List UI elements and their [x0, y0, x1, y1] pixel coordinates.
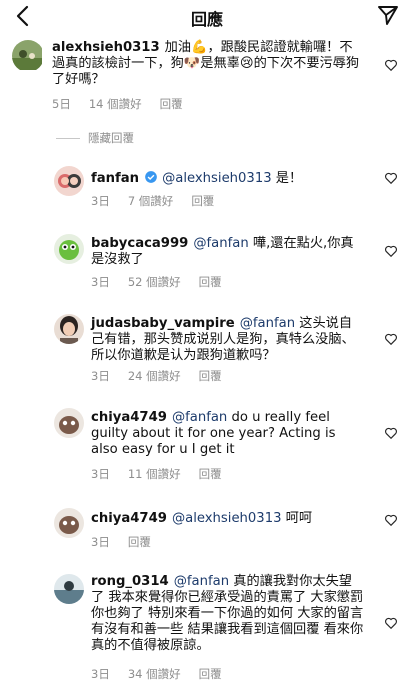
username[interactable]: babycaca999: [91, 236, 188, 251]
avatar[interactable]: [12, 40, 44, 72]
mention-link[interactable]: @alexhsieh0313: [172, 511, 282, 526]
comment-meta: 3日 34 個讚好 回覆: [91, 666, 240, 682]
likes-count[interactable]: 11 個讚好: [128, 466, 181, 482]
avatar[interactable]: [54, 166, 84, 196]
hide-replies-toggle[interactable]: 隱藏回覆: [56, 130, 134, 146]
reply-button[interactable]: 回覆: [199, 274, 222, 290]
comment-text: 是！: [271, 171, 303, 186]
divider: [56, 138, 80, 139]
mention-link[interactable]: @fanfan: [240, 316, 295, 331]
comment-meta: 3日 11 個讚好 回覆: [91, 466, 240, 482]
timestamp: 3日: [91, 535, 110, 549]
comment-body: chiya4749 @fanfan do u really feel guilty…: [91, 410, 365, 458]
like-heart-icon[interactable]: [384, 58, 398, 72]
page-title: 回應: [190, 10, 223, 29]
mention-link[interactable]: @fanfan: [193, 236, 248, 251]
mention-link[interactable]: @fanfan: [172, 410, 227, 425]
username[interactable]: judasbaby_vampire: [91, 316, 235, 331]
reply-fanfan: fanfan @alexhsieh0313 是！ 3日 7 個讚好 回覆: [0, 164, 414, 214]
top-bar: 回應: [0, 0, 414, 36]
reply-chiya4749: chiya4749 @fanfan do u really feel guilty…: [0, 404, 414, 488]
like-heart-icon[interactable]: [384, 244, 398, 258]
timestamp: 3日: [91, 194, 110, 208]
like-heart-icon[interactable]: [384, 332, 398, 346]
comment-body: fanfan @alexhsieh0313 是！: [91, 170, 361, 187]
timestamp: 3日: [91, 275, 110, 289]
timestamp: 5日: [52, 97, 71, 111]
comment-text: 呵呵: [281, 511, 313, 526]
avatar[interactable]: [54, 508, 84, 538]
comment-body: judasbaby_vampire @fanfan 这头说自己有错，那头赞成说别人…: [91, 316, 365, 364]
reply-button[interactable]: 回覆: [128, 534, 151, 550]
reply-rong-0314: rong_0314 @fanfan 真的讓我對你太失望了 我本來覺得你已經承受過的…: [0, 570, 414, 696]
like-heart-icon[interactable]: [384, 426, 398, 440]
avatar[interactable]: [54, 234, 84, 264]
comment-meta: 3日 52 個讚好 回覆: [91, 274, 240, 290]
comment-meta: 5日 14 個讚好 回覆: [52, 96, 201, 112]
verified-badge-icon: [145, 171, 157, 183]
likes-count[interactable]: 14 個讚好: [89, 96, 142, 112]
comment-meta: 3日 24 個讚好 回覆: [91, 368, 240, 384]
hide-replies-label: 隱藏回覆: [88, 131, 134, 145]
likes-count[interactable]: 34 個讚好: [128, 666, 181, 682]
comment-body: chiya4749 @alexhsieh0313 呵呵: [91, 511, 365, 527]
comment-alexhsieh0313: alexhsieh0313 加油💪，跟酸民認證就輸囉！不過真的該檢討一下，狗🐶是無…: [0, 36, 414, 116]
timestamp: 3日: [91, 667, 110, 681]
send-icon[interactable]: [376, 3, 400, 27]
avatar[interactable]: [54, 314, 84, 344]
comment-body: babycaca999 @fanfan 嘩,還在點火,你真是沒救了: [91, 236, 361, 268]
avatar[interactable]: [54, 574, 84, 604]
reply-button[interactable]: 回覆: [191, 193, 214, 209]
likes-count[interactable]: 24 個讚好: [128, 368, 181, 384]
comment-body: rong_0314 @fanfan 真的讓我對你太失望了 我本來覺得你已經承受過的…: [91, 574, 365, 654]
comment-body: alexhsieh0313 加油💪，跟酸民認證就輸囉！不過真的該檢討一下，狗🐶是無…: [52, 40, 364, 88]
like-heart-icon[interactable]: [384, 171, 398, 185]
reply-chiya4749-2: chiya4749 @alexhsieh0313 呵呵 3日 回覆: [0, 506, 414, 556]
reply-button[interactable]: 回覆: [199, 466, 222, 482]
reply-babycaca999: babycaca999 @fanfan 嘩,還在點火,你真是沒救了 3日 52 個讚…: [0, 230, 414, 290]
username[interactable]: chiya4749: [91, 511, 167, 526]
timestamp: 3日: [91, 369, 110, 383]
username[interactable]: chiya4749: [91, 410, 167, 425]
timestamp: 3日: [91, 467, 110, 481]
mention-link[interactable]: @fanfan: [174, 574, 229, 589]
comment-meta: 3日 回覆: [91, 534, 169, 550]
username[interactable]: alexhsieh0313: [52, 40, 160, 55]
like-heart-icon[interactable]: [384, 513, 398, 527]
reply-judasbaby-vampire: judasbaby_vampire @fanfan 这头说自己有错，那头赞成说别人…: [0, 310, 414, 390]
reply-button[interactable]: 回覆: [160, 96, 183, 112]
comment-meta: 3日 7 個讚好 回覆: [91, 193, 232, 209]
reply-button[interactable]: 回覆: [199, 368, 222, 384]
username[interactable]: rong_0314: [91, 574, 169, 589]
likes-count[interactable]: 52 個讚好: [128, 274, 181, 290]
username[interactable]: fanfan: [91, 171, 139, 186]
like-heart-icon[interactable]: [384, 616, 398, 630]
avatar[interactable]: [54, 408, 84, 438]
likes-count[interactable]: 7 個讚好: [128, 193, 173, 209]
reply-button[interactable]: 回覆: [199, 666, 222, 682]
mention-link[interactable]: @alexhsieh0313: [162, 171, 272, 186]
